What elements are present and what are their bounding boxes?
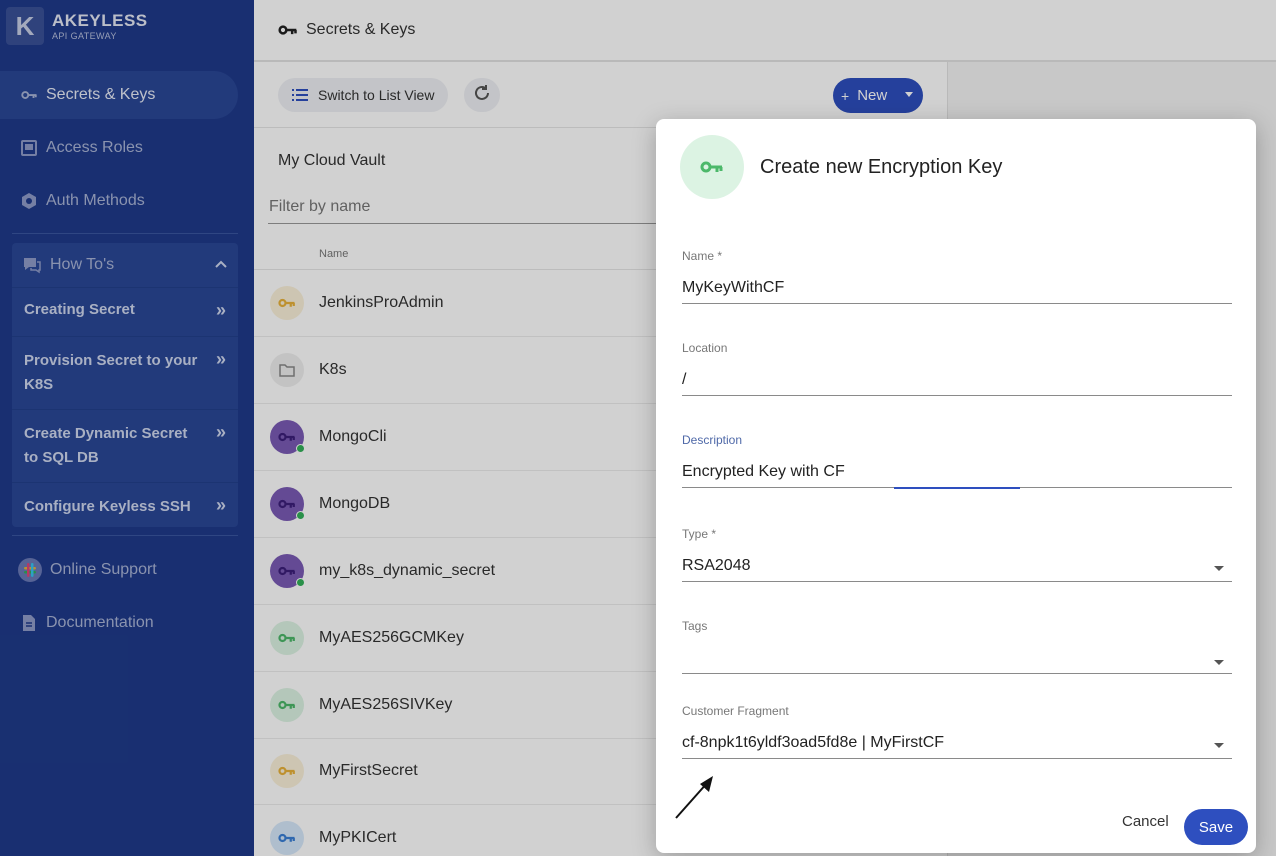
dialog-title: Create new Encryption Key [760,156,1003,178]
location-field[interactable]: Location / [682,341,1232,396]
description-field[interactable]: Description Encrypted Key with CF [682,433,1232,489]
caret-down-icon [1214,566,1224,571]
key-icon [680,135,744,199]
location-input[interactable]: / [682,371,1232,396]
field-label: Tags [682,619,708,633]
field-label: Customer Fragment [682,704,789,718]
create-encryption-key-dialog: Create new Encryption Key Name * MyKeyWi… [656,119,1256,853]
tags-field[interactable]: Tags [682,619,1232,674]
field-label: Location [682,341,728,355]
focus-underline [894,487,1020,489]
caret-down-icon [1214,660,1224,665]
caret-down-icon [1214,743,1224,748]
cancel-button[interactable]: Cancel [1122,813,1169,830]
tags-select[interactable] [682,649,1232,674]
field-label: Description [682,433,743,447]
annotation-arrow-icon [675,776,713,819]
field-label: Name * [682,249,723,263]
customer-fragment-field[interactable]: Customer Fragment cf-8npk1t6yldf3oad5fd8… [682,704,1232,759]
field-label: Type * [682,527,717,541]
type-field[interactable]: Type * RSA2048 [682,527,1232,582]
name-input[interactable]: MyKeyWithCF [682,279,1232,304]
type-select[interactable]: RSA2048 [682,557,1232,582]
name-field[interactable]: Name * MyKeyWithCF [682,249,1232,304]
save-button[interactable]: Save [1184,809,1248,845]
customer-fragment-select[interactable]: cf-8npk1t6yldf3oad5fd8e | MyFirstCF [682,734,1232,759]
description-input[interactable]: Encrypted Key with CF [682,463,1232,488]
